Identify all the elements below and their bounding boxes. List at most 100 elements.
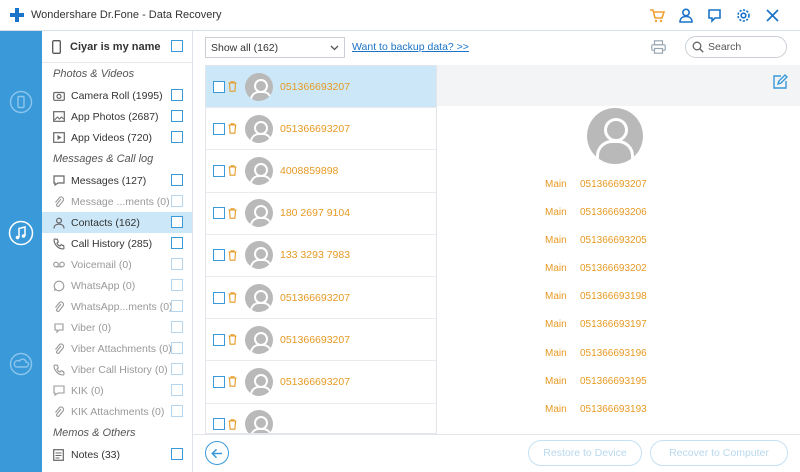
trash-icon — [228, 250, 237, 261]
list-item[interactable]: 051366693207 — [206, 108, 436, 151]
filter-dropdown[interactable]: Show all (162) — [205, 37, 345, 58]
phone-row: Main 051366693205 — [545, 235, 647, 263]
list-item[interactable] — [206, 404, 436, 433]
row-checkbox[interactable] — [213, 249, 225, 262]
item-checkbox[interactable] — [171, 89, 183, 101]
contact-number: 051366693207 — [280, 291, 351, 304]
title-bar-actions — [647, 6, 782, 25]
sidebar-item-app-photos[interactable]: App Photos (2687) — [42, 106, 192, 127]
music-recover-icon — [8, 220, 34, 246]
phone-row: Main 051366693202 — [545, 263, 647, 291]
recover-to-computer-button[interactable]: Recover to Computer — [650, 440, 788, 466]
search-icon — [692, 41, 704, 53]
phone-type: Main — [545, 263, 567, 275]
contact-number: 051366693207 — [280, 333, 351, 346]
sidebar-item-notes[interactable]: Notes (33) — [42, 444, 192, 465]
phone-number: 051366693205 — [580, 235, 647, 247]
close-icon[interactable] — [763, 6, 782, 25]
list-item[interactable]: 051366693207 — [206, 66, 436, 109]
sidebar-item-label: Message ...ments (0) — [71, 195, 170, 208]
sidebar-item-call-history[interactable]: Call History (285) — [42, 233, 192, 254]
item-checkbox[interactable] — [171, 405, 183, 417]
video-icon — [52, 131, 65, 144]
feedback-icon[interactable] — [705, 6, 724, 25]
contact-detail: Main 051366693207 Main 051366693206 Main 05… — [437, 65, 800, 434]
sidebar-item-whatsapp[interactable]: WhatsApp (0) — [42, 275, 192, 296]
attachment-icon — [52, 300, 65, 313]
sidebar-item-camera-roll[interactable]: Camera Roll (1995) — [42, 85, 192, 106]
trash-icon — [228, 165, 237, 177]
rail-itunes-backup-recovery[interactable] — [6, 218, 36, 248]
window-title: Wondershare Dr.Fone - Data Recovery — [31, 9, 222, 21]
item-checkbox[interactable] — [171, 363, 183, 375]
trash-icon — [228, 81, 237, 92]
item-checkbox[interactable] — [171, 216, 183, 228]
phone-number: 051366693206 — [580, 207, 647, 219]
item-checkbox[interactable] — [171, 279, 183, 291]
sidebar-item-message-attachments[interactable]: Message ...ments (0) — [42, 191, 192, 212]
user-icon[interactable] — [676, 6, 695, 25]
search-input[interactable]: Search — [685, 36, 787, 58]
sidebar-item-contacts[interactable]: Contacts (162) — [42, 212, 192, 233]
row-checkbox[interactable] — [213, 80, 225, 93]
list-item[interactable]: 133 3293 7983 — [206, 235, 436, 277]
avatar — [245, 283, 273, 312]
sidebar-item-kik[interactable]: KIK (0) — [42, 380, 192, 401]
rail-ios-device-recovery[interactable] — [6, 87, 36, 117]
back-button[interactable] — [205, 441, 229, 465]
item-checkbox[interactable] — [171, 258, 183, 270]
sidebar-item-kik-attachments[interactable]: KIK Attachments (0) — [42, 401, 192, 422]
item-checkbox[interactable] — [171, 321, 183, 333]
row-checkbox[interactable] — [213, 164, 225, 177]
arrow-left-icon — [211, 448, 222, 458]
row-checkbox[interactable] — [213, 122, 225, 135]
row-checkbox[interactable] — [213, 333, 225, 346]
item-checkbox[interactable] — [171, 195, 183, 207]
attachment-icon — [52, 195, 65, 208]
list-item[interactable]: 051366693207 — [206, 277, 436, 320]
item-checkbox[interactable] — [171, 342, 183, 354]
backup-data-link[interactable]: Want to backup data? >> — [352, 41, 469, 53]
device-recover-icon — [9, 90, 33, 114]
contact-icon — [52, 216, 65, 229]
edit-icon[interactable] — [772, 74, 788, 90]
item-checkbox[interactable] — [171, 300, 183, 312]
rail-icloud-backup-recovery[interactable] — [6, 349, 36, 379]
phone-type: Main — [545, 179, 567, 190]
sidebar-item-whatsapp-attachments[interactable]: WhatsApp...ments (0) — [42, 296, 192, 317]
select-all-checkbox[interactable] — [171, 40, 183, 52]
row-checkbox[interactable] — [213, 418, 225, 431]
item-checkbox[interactable] — [171, 131, 183, 143]
sidebar-item-viber-call-history[interactable]: Viber Call History (0) — [42, 359, 192, 380]
device-row[interactable]: Ciyar is my name — [42, 31, 192, 63]
item-checkbox[interactable] — [171, 448, 183, 460]
item-checkbox[interactable] — [171, 110, 183, 122]
sidebar-item-label: WhatsApp (0) — [71, 279, 136, 292]
notes-icon — [52, 448, 65, 461]
settings-icon[interactable] — [734, 6, 753, 25]
row-checkbox[interactable] — [213, 375, 225, 388]
phone-row: Main 051366693206 — [545, 207, 647, 235]
item-checkbox[interactable] — [171, 384, 183, 396]
print-icon[interactable] — [651, 40, 666, 54]
section-photos-videos: Photos & Videos — [53, 68, 135, 80]
list-item[interactable]: 051366693207 — [206, 361, 436, 404]
item-checkbox[interactable] — [171, 237, 183, 249]
list-item[interactable]: 4008859898 — [206, 150, 436, 193]
sidebar-item-viber[interactable]: Viber (0) — [42, 317, 192, 338]
kik-icon — [52, 384, 65, 397]
sidebar-item-viber-attachments[interactable]: Viber Attachments (0) — [42, 338, 192, 359]
cart-icon[interactable] — [647, 6, 666, 25]
sidebar-item-app-videos[interactable]: App Videos (720) — [42, 127, 192, 148]
list-item[interactable]: 051366693207 — [206, 319, 436, 362]
list-item[interactable]: 180 2697 9104 — [206, 193, 436, 235]
sidebar-item-voicemail[interactable]: Voicemail (0) — [42, 254, 192, 275]
sidebar-item-messages[interactable]: Messages (127) — [42, 170, 192, 191]
section-memos-others: Memos & Others — [53, 427, 136, 439]
item-checkbox[interactable] — [171, 174, 183, 186]
row-checkbox[interactable] — [213, 207, 225, 220]
section-messages-call-log: Messages & Call log — [53, 153, 154, 165]
restore-to-device-button[interactable]: Restore to Device — [528, 440, 642, 466]
phone-number: 051366693195 — [580, 375, 647, 387]
row-checkbox[interactable] — [213, 291, 225, 304]
